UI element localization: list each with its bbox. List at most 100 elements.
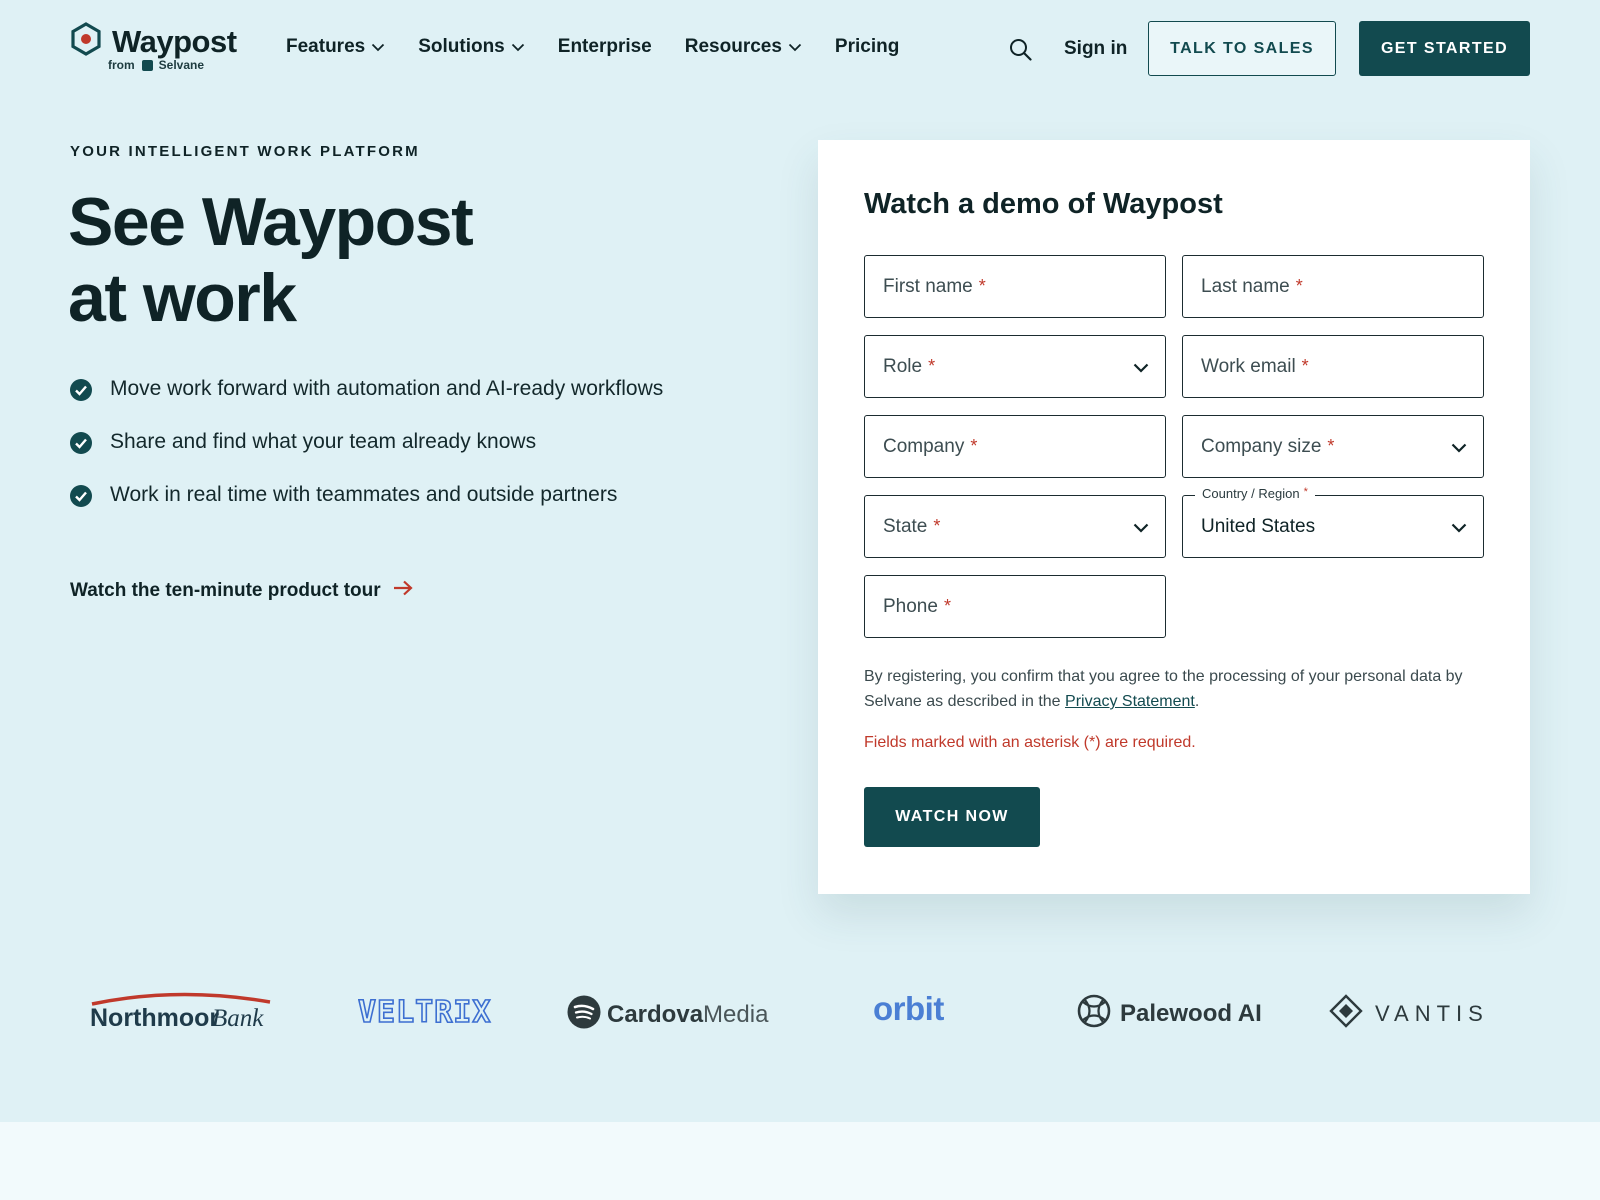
get-started-button[interactable]: GET STARTED bbox=[1359, 21, 1530, 76]
list-item: Move work forward with automation and AI… bbox=[70, 374, 670, 406]
veltrix-word: VELTRIX bbox=[358, 995, 491, 1028]
work-email-field[interactable]: Work email * bbox=[1182, 335, 1484, 398]
media-word: Media bbox=[703, 1000, 769, 1028]
nav-pricing[interactable]: Pricing bbox=[835, 36, 899, 58]
palewood-word: Palewood AI bbox=[1120, 999, 1262, 1027]
palewood-ai-logo: Palewood AI bbox=[1077, 994, 1262, 1033]
phone-field[interactable]: Phone * bbox=[864, 575, 1166, 638]
arrow-right-icon bbox=[393, 580, 413, 602]
nav-enterprise[interactable]: Enterprise bbox=[558, 36, 652, 58]
talk-to-sales-button[interactable]: TALK TO SALES bbox=[1148, 21, 1336, 76]
form-title: Watch a demo of Waypost bbox=[864, 188, 1223, 220]
tour-link-label: Watch the ten-minute product tour bbox=[70, 580, 381, 601]
cardova-media-logo: Cardova Media bbox=[567, 995, 768, 1034]
hexagon-logo-icon bbox=[70, 22, 102, 61]
country-label: Country / Region * bbox=[1195, 486, 1315, 501]
nav-solutions[interactable]: Solutions bbox=[418, 36, 525, 58]
customer-logo-strip: Northmoor Bank VELTRIX Cardova Media orbi… bbox=[0, 990, 1600, 1050]
chevron-down-icon bbox=[511, 36, 525, 58]
country-label-text: Country / Region bbox=[1202, 486, 1300, 501]
nav-resources[interactable]: Resources bbox=[685, 36, 802, 58]
work-email-placeholder: Work email bbox=[1201, 355, 1296, 377]
veltrix-logo: VELTRIX bbox=[358, 994, 498, 1028]
check-circle-icon bbox=[70, 485, 92, 512]
required-asterisk: * bbox=[1301, 356, 1309, 376]
check-circle-icon bbox=[70, 432, 92, 459]
headline-line-2: at work bbox=[68, 260, 297, 336]
chevron-down-icon bbox=[788, 36, 802, 58]
search-icon[interactable] bbox=[1009, 38, 1032, 66]
required-asterisk: * bbox=[928, 356, 936, 376]
privacy-statement-link[interactable]: Privacy Statement bbox=[1065, 693, 1195, 710]
sign-in-link[interactable]: Sign in bbox=[1064, 38, 1127, 60]
palewood-icon bbox=[1077, 994, 1111, 1033]
required-asterisk: * bbox=[978, 276, 986, 296]
consent-text: By registering, you confirm that you agr… bbox=[864, 664, 1484, 714]
brand-name: Waypost bbox=[112, 23, 237, 59]
headline-line-1: See Waypost bbox=[68, 184, 474, 260]
main-nav: Features Solutions Enterprise Resources … bbox=[286, 36, 932, 58]
northmoor-bank-logo: Northmoor Bank bbox=[88, 990, 274, 1030]
nav-resources-label: Resources bbox=[684, 36, 782, 57]
country-select[interactable]: Country / Region * United States bbox=[1182, 486, 1484, 558]
vantis-word: VANTIS bbox=[1375, 1000, 1489, 1026]
product-tour-link[interactable]: Watch the ten-minute product tour bbox=[70, 580, 413, 602]
state-placeholder: State bbox=[883, 515, 928, 537]
watch-now-button[interactable]: WATCH NOW bbox=[864, 787, 1040, 847]
chevron-down-icon bbox=[371, 36, 385, 58]
first-name-field[interactable]: First name * bbox=[864, 255, 1166, 318]
hero-eyebrow: YOUR INTELLIGENT WORK PLATFORM bbox=[70, 143, 420, 160]
list-item: Work in real time with teammates and out… bbox=[70, 480, 670, 512]
phone-placeholder: Phone bbox=[883, 595, 938, 617]
company-field[interactable]: Company * bbox=[864, 415, 1166, 478]
role-select[interactable]: Role * bbox=[864, 335, 1166, 398]
from-label: from bbox=[108, 58, 135, 72]
hero-headline: See Waypost at work bbox=[68, 184, 474, 336]
waypost-logo[interactable]: Waypost from Selvane bbox=[70, 22, 237, 72]
benefit-text: Move work forward with automation and AI… bbox=[110, 377, 664, 400]
demo-form-card: Watch a demo of Waypost First name * Last… bbox=[818, 140, 1530, 894]
nav-solutions-label: Solutions bbox=[418, 36, 505, 57]
state-select[interactable]: State * bbox=[864, 495, 1166, 558]
benefit-text: Work in real time with teammates and out… bbox=[110, 483, 618, 506]
first-name-placeholder: First name bbox=[883, 275, 973, 297]
nav-features-label: Features bbox=[286, 36, 366, 57]
required-asterisk: * bbox=[970, 436, 978, 456]
selvane-square-icon bbox=[141, 59, 153, 71]
cardova-word: Cardova bbox=[607, 1000, 704, 1028]
role-placeholder: Role bbox=[883, 355, 923, 377]
footer-band bbox=[0, 1122, 1600, 1200]
required-asterisk: * bbox=[1295, 276, 1303, 296]
last-name-placeholder: Last name bbox=[1201, 275, 1290, 297]
required-asterisk: * bbox=[1303, 486, 1308, 498]
northmoor-bank-arc-icon: Northmoor Bank bbox=[90, 992, 271, 1030]
parent-name: Selvane bbox=[158, 58, 205, 72]
chevron-down-icon bbox=[1451, 440, 1467, 458]
required-asterisk: * bbox=[1327, 436, 1335, 456]
consent-end: . bbox=[1194, 693, 1200, 710]
chevron-down-icon bbox=[1133, 520, 1149, 538]
last-name-field[interactable]: Last name * bbox=[1182, 255, 1484, 318]
bank-word: Bank bbox=[212, 1005, 264, 1030]
cardova-icon bbox=[567, 995, 601, 1034]
check-circle-icon bbox=[70, 379, 92, 406]
company-size-select[interactable]: Company size * bbox=[1182, 415, 1484, 478]
orbit-logo: orbit bbox=[873, 990, 944, 1027]
list-item: Share and find what your team already kn… bbox=[70, 427, 670, 459]
country-value: United States bbox=[1201, 515, 1316, 537]
vantis-logo: VANTIS bbox=[1329, 994, 1489, 1033]
company-size-placeholder: Company size bbox=[1201, 435, 1322, 457]
chevron-down-icon bbox=[1133, 360, 1149, 378]
required-asterisk: * bbox=[943, 596, 951, 616]
brand-parent: from Selvane bbox=[108, 58, 237, 72]
company-placeholder: Company bbox=[883, 435, 965, 457]
required-note: Fields marked with an asterisk (*) are r… bbox=[864, 734, 1196, 751]
nav-enterprise-label: Enterprise bbox=[557, 36, 652, 57]
nav-features[interactable]: Features bbox=[286, 36, 385, 58]
required-asterisk: * bbox=[933, 516, 941, 536]
benefit-list: Move work forward with automation and AI… bbox=[70, 374, 670, 533]
benefit-text: Share and find what your team already kn… bbox=[110, 430, 537, 453]
diamond-icon bbox=[1329, 994, 1363, 1033]
chevron-down-icon bbox=[1451, 520, 1467, 538]
nav-pricing-label: Pricing bbox=[834, 36, 900, 57]
